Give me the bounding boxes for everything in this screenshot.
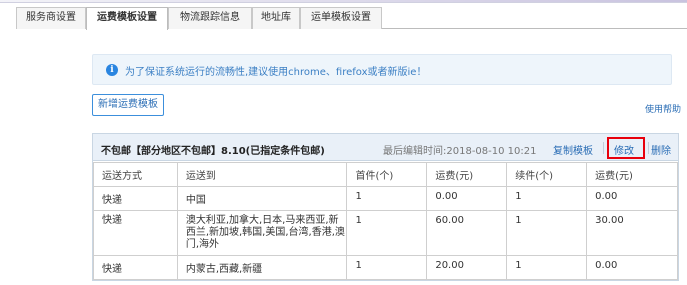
destination-cell: 澳大利亚,加拿大,日本,马来西亚,新西兰,新加坡,韩国,美国,台湾,香港,澳门,…: [176, 210, 348, 256]
column-header: 运送到: [176, 162, 348, 187]
additional-item-cell: 1: [506, 210, 588, 256]
tab-provider-settings[interactable]: 服务商设置: [16, 7, 86, 29]
top-accent-gradient: [0, 0, 687, 2]
additional-item-cell: 1: [506, 186, 588, 211]
first-fee-cell: 60.00: [426, 210, 508, 256]
column-header: 运费(元): [426, 162, 508, 187]
destination-cell: 中国: [176, 186, 348, 211]
shipping-method-cell: 快递: [93, 186, 178, 211]
last-edit-time: 最后编辑时间:2018-08-10 10:21: [383, 146, 537, 157]
column-header: 运费(元): [586, 162, 678, 187]
shipping-method-cell: 快递: [93, 210, 178, 256]
shipping-template-panel: 不包邮【部分地区不包邮】8.10(已指定条件包邮) 最后编辑时间:2018-08…: [92, 133, 679, 281]
table-row: 快递 中国 1 0.00 1 0.00: [93, 186, 678, 211]
column-header: 首件(个): [346, 162, 428, 187]
template-header: 不包邮【部分地区不包邮】8.10(已指定条件包邮) 最后编辑时间:2018-08…: [93, 134, 678, 161]
tab-address-book[interactable]: 地址库: [252, 7, 300, 29]
delete-template-link[interactable]: 删除: [651, 142, 671, 157]
destination-cell: 内蒙古,西藏,新疆: [176, 255, 348, 280]
tab-bar: 服务商设置 运费模板设置 物流跟踪信息 地址库 运单模板设置: [16, 7, 687, 30]
edit-link-highlight-box: [607, 137, 645, 159]
action-separator: [603, 142, 604, 154]
column-header: 续件(个): [506, 162, 588, 187]
tab-shipping-template-settings[interactable]: 运费模板设置: [86, 7, 168, 30]
column-header: 运送方式: [93, 162, 178, 187]
template-title: 不包邮【部分地区不包邮】8.10(已指定条件包邮): [101, 146, 325, 157]
table-row: 快递 澳大利亚,加拿大,日本,马来西亚,新西兰,新加坡,韩国,美国,台湾,香港,…: [93, 210, 678, 256]
first-item-cell: 1: [346, 210, 428, 256]
table-row: 快递 内蒙古,西藏,新疆 1 20.00 1 0.00: [93, 255, 678, 280]
additional-item-cell: 1: [506, 255, 588, 280]
browser-notice: i 为了保证系统运行的流畅性,建议使用chrome、firefox或者新版ie！: [92, 54, 672, 85]
shipping-rates-table: 运送方式 运送到 首件(个) 运费(元) 续件(个) 运费(元) 快递 中国 1…: [93, 162, 678, 280]
first-item-cell: 1: [346, 186, 428, 211]
table-header-row: 运送方式 运送到 首件(个) 运费(元) 续件(个) 运费(元): [93, 162, 678, 187]
shipping-method-cell: 快递: [93, 255, 178, 280]
add-shipping-template-button[interactable]: 新增运费模板: [92, 94, 164, 116]
notice-text: 为了保证系统运行的流畅性,建议使用chrome、firefox或者新版ie！: [125, 67, 427, 78]
additional-fee-cell: 0.00: [586, 255, 678, 280]
tab-waybill-template-settings[interactable]: 运单模板设置: [300, 7, 382, 29]
first-fee-cell: 0.00: [426, 186, 508, 211]
tab-logistics-tracking[interactable]: 物流跟踪信息: [168, 7, 252, 29]
help-link[interactable]: 使用帮助: [645, 102, 681, 115]
first-fee-cell: 20.00: [426, 255, 508, 280]
first-item-cell: 1: [346, 255, 428, 280]
info-icon: i: [106, 64, 118, 76]
additional-fee-cell: 0.00: [586, 186, 678, 211]
top-accent-bar: [0, 0, 687, 3]
action-separator: [648, 142, 649, 154]
copy-template-link[interactable]: 复制模板: [553, 142, 593, 157]
additional-fee-cell: 30.00: [586, 210, 678, 256]
